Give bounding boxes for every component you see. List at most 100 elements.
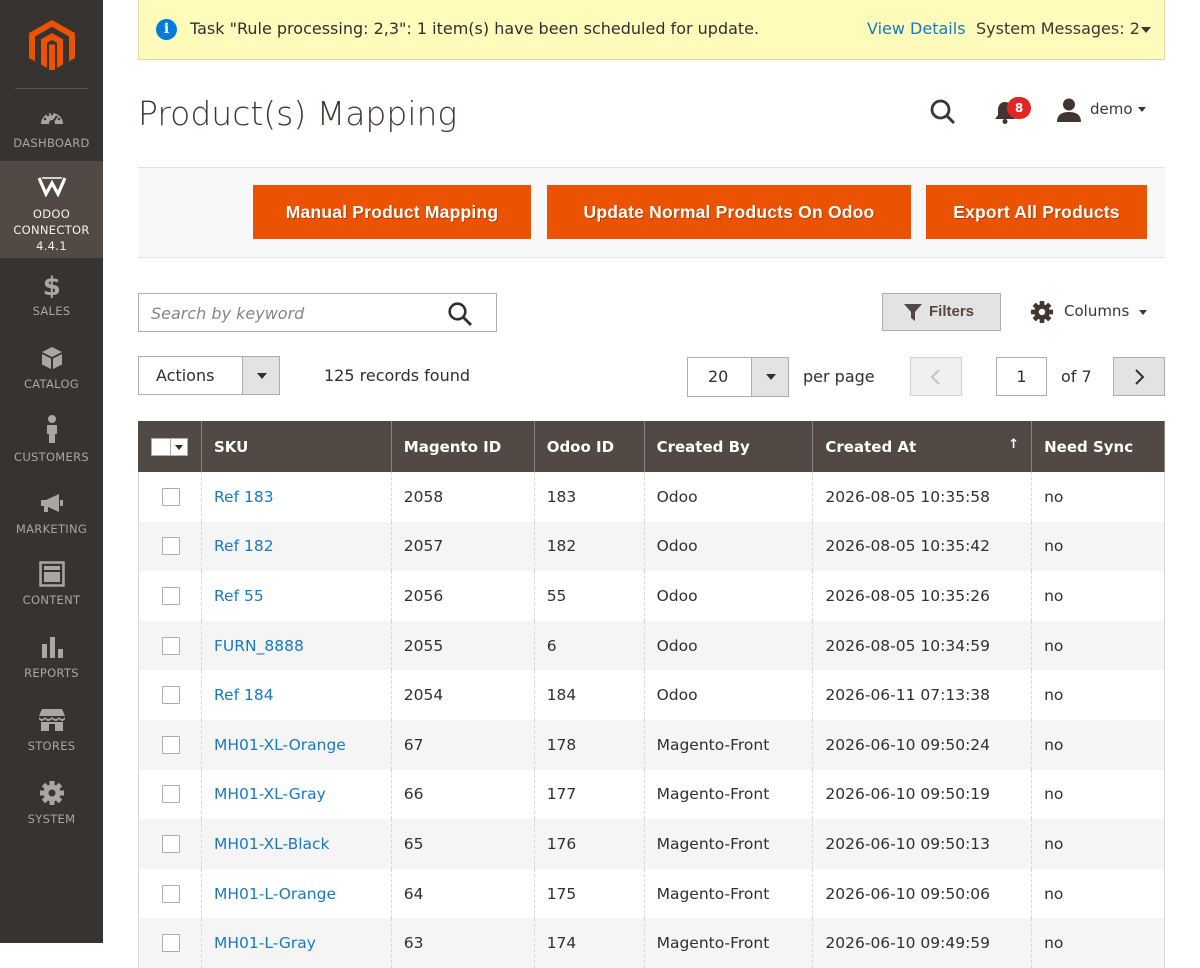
chevron-down-icon[interactable] [1141,27,1151,33]
actions-label: Actions [156,366,215,385]
chevron-down-icon[interactable] [1138,107,1146,112]
row-checkbox[interactable] [162,636,180,655]
row-checkbox[interactable] [162,834,180,853]
view-details-link[interactable]: View Details [867,19,966,38]
cell-sku[interactable]: MH01-XL-Gray [200,769,392,820]
sidebar-item-system[interactable]: System [0,780,103,840]
cell-sku[interactable]: MH01-L-Gray [200,918,392,968]
dropdown-toggle [751,358,788,396]
table-row[interactable]: MH01-XL-Gray 66 177 Magento-Front 2026-06-10… [138,769,1165,820]
admin-user-menu[interactable]: demo [1090,100,1133,118]
sidebar-item-stores[interactable]: Stores [0,707,103,767]
cell-sku[interactable]: Ref 182 [200,521,392,572]
row-checkbox[interactable] [162,934,180,953]
export-all-products-button[interactable]: Export All Products [926,185,1147,239]
magento-logo-icon[interactable] [29,20,75,70]
column-header-created-at[interactable]: Created At ↑ [812,421,1033,472]
search-input[interactable] [151,302,441,324]
row-select-cell [138,868,202,919]
row-checkbox[interactable] [162,686,180,705]
sidebar-item-reports[interactable]: Reports [0,634,103,694]
row-checkbox[interactable] [162,487,180,506]
sidebar-item-label-line: CONNECTOR [13,223,90,237]
column-header-sku[interactable]: SKU [200,421,392,472]
row-checkbox[interactable] [162,537,180,556]
cell-created-by: Odoo [643,620,814,671]
cell-magento-id: 67 [390,719,535,770]
cell-sku[interactable]: Ref 183 [200,472,392,522]
row-checkbox[interactable] [162,586,180,605]
cell-sku[interactable]: MH01-XL-Black [200,819,392,869]
message-text: Task "Rule processing: 2,3": 1 item(s) h… [190,19,760,38]
filters-button[interactable]: Filters [882,293,1001,331]
cell-created-at: 2026-08-05 10:35:26 [812,571,1033,621]
system-messages-toggle[interactable]: System Messages: 2 [976,19,1140,38]
search-icon[interactable] [447,301,473,327]
sidebar-item-sales[interactable]: $ Sales [0,272,103,332]
cell-sku[interactable]: MH01-XL-Orange [200,719,392,770]
chevron-left-icon [930,368,940,385]
records-found-count: 125 records found [324,366,471,385]
table-row[interactable]: Ref 184 2054 184 Odoo 2026-06-11 07:13:38 no [138,670,1165,720]
notification-count-badge[interactable]: 8 [1007,97,1031,119]
sidebar-item-label: Sales [32,304,71,318]
sidebar-divider [15,88,88,89]
svg-text:$: $ [42,272,60,298]
column-header-odoo-id[interactable]: Odoo ID [533,421,645,472]
current-page-input[interactable] [996,357,1047,396]
per-page-dropdown[interactable]: 20 [687,357,789,397]
dropdown-toggle [242,357,279,394]
row-checkbox[interactable] [162,884,180,903]
column-header-need-sync[interactable]: Need Sync [1031,421,1165,472]
cell-need-sync: no [1031,819,1165,869]
cell-created-by: Magento-Front [643,719,814,770]
row-checkbox[interactable] [162,785,180,804]
chevron-down-icon [766,374,776,380]
columns-control[interactable]: Columns [1030,300,1150,326]
sidebar-item-odoo-connector[interactable]: ODOO CONNECTOR 4.4.1 [0,161,103,258]
table-row[interactable]: FURN_8888 2055 6 Odoo 2026-08-05 10:34:59 no [138,620,1165,671]
sidebar-item-dashboard[interactable]: Dashboard [0,104,103,164]
table-row[interactable]: Ref 182 2057 182 Odoo 2026-08-05 10:35:42 no [138,521,1165,572]
mass-select-checkbox[interactable] [151,437,188,456]
column-header-magento-id[interactable]: Magento ID [390,421,535,472]
cell-odoo-id: 183 [533,472,645,522]
table-row[interactable]: Ref 183 2058 183 Odoo 2026-08-05 10:35:58 no [138,472,1165,522]
table-row[interactable]: MH01-L-Gray 63 174 Magento-Front 2026-06-10 … [138,918,1165,968]
global-search-icon[interactable] [929,98,957,126]
sidebar-item-content[interactable]: Content [0,561,103,621]
manual-product-mapping-button[interactable]: Manual Product Mapping [253,185,531,239]
table-row[interactable]: MH01-XL-Orange 67 178 Magento-Front 2026-06-… [138,719,1165,770]
cell-created-by: Magento-Front [643,819,814,869]
table-row[interactable]: Ref 55 2056 55 Odoo 2026-08-05 10:35:26 no [138,571,1165,621]
next-page-button[interactable] [1113,357,1165,396]
dashboard-icon [40,112,63,126]
user-avatar-icon[interactable] [1056,97,1082,123]
sidebar-item-label: Dashboard [13,136,90,150]
sidebar-item-customers[interactable]: Customers [0,414,103,476]
select-all-checkbox[interactable] [151,437,171,456]
cell-created-at: 2026-08-05 10:34:59 [812,620,1033,671]
cell-sku[interactable]: Ref 184 [200,670,392,720]
table-row[interactable]: MH01-L-Orange 64 175 Magento-Front 2026-06-1… [138,868,1165,919]
sidebar-item-label-line: ODOO [32,207,71,221]
row-select-cell [138,918,202,968]
row-checkbox[interactable] [162,735,180,754]
cell-odoo-id: 6 [533,620,645,671]
sidebar-item-marketing[interactable]: Marketing [0,490,103,550]
mass-select-dropdown[interactable] [170,437,188,456]
chevron-down-icon [257,373,267,379]
previous-page-button[interactable] [910,357,962,396]
cell-created-by: Magento-Front [643,769,814,820]
update-normal-products-button[interactable]: Update Normal Products On Odoo [547,185,911,239]
megaphone-icon [40,494,63,512]
cell-sku[interactable]: Ref 55 [200,571,392,621]
table-row[interactable]: MH01-XL-Black 65 176 Magento-Front 2026-06-1… [138,819,1165,869]
mass-actions-dropdown[interactable]: Actions [138,356,280,395]
cell-created-by: Odoo [643,521,814,572]
sidebar-item-catalog[interactable]: Catalog [0,345,103,405]
cell-sku[interactable]: FURN_8888 [200,620,392,671]
cell-need-sync: no [1031,918,1165,968]
cell-sku[interactable]: MH01-L-Orange [200,868,392,919]
column-header-created-by[interactable]: Created By [643,421,814,472]
